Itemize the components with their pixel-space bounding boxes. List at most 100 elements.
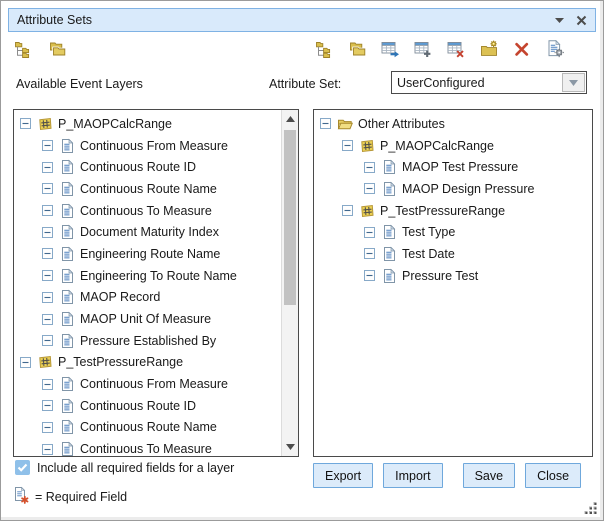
tree-item-label: Engineering To Route Name	[80, 269, 237, 283]
collapse-toggle-icon[interactable]	[42, 183, 53, 194]
tree-item[interactable]: Continuous Route Name	[14, 417, 281, 439]
collapse-toggle-icon[interactable]	[364, 227, 375, 238]
attribute-set-tree: Other AttributesP_MAOPCalcRangeMAOP Test…	[314, 110, 592, 287]
add-folder-icon[interactable]	[47, 39, 67, 59]
field-icon	[59, 138, 75, 154]
tree-item[interactable]: Engineering Route Name	[14, 243, 281, 265]
export-button[interactable]: Export	[313, 463, 373, 488]
tree-item[interactable]: Continuous To Measure	[14, 200, 281, 222]
tree-item[interactable]: Test Date	[314, 243, 592, 265]
include-required-fields-row: Include all required fields for a layer	[15, 460, 234, 475]
tree-item[interactable]: Continuous From Measure	[14, 135, 281, 157]
tree-item[interactable]: MAOP Design Pressure	[314, 178, 592, 200]
folder-settings-icon[interactable]	[479, 39, 499, 59]
tree-item-label: Pressure Established By	[80, 334, 216, 348]
collapse-toggle-icon[interactable]	[342, 140, 353, 151]
collapse-toggle-icon[interactable]	[42, 248, 53, 259]
available-event-layers-label: Available Event Layers	[16, 77, 143, 91]
tree-item-label: P_MAOPCalcRange	[58, 117, 172, 131]
tree-item-label: Pressure Test	[402, 269, 478, 283]
field-icon	[381, 224, 397, 240]
field-icon	[59, 311, 75, 327]
field-icon	[59, 159, 75, 175]
collapse-toggle-icon[interactable]	[342, 205, 353, 216]
collapse-toggle-icon[interactable]	[42, 227, 53, 238]
import-button[interactable]: Import	[383, 463, 442, 488]
layer-tree-icon[interactable]	[314, 39, 334, 59]
scrollbar-thumb[interactable]	[284, 130, 296, 305]
tree-item[interactable]: P_MAOPCalcRange	[314, 135, 592, 157]
attribute-set-dropdown[interactable]: UserConfigured	[391, 71, 587, 94]
event-layer-icon	[359, 138, 375, 154]
table-delete-icon[interactable]	[446, 39, 466, 59]
tree-item-label: Continuous To Measure	[80, 442, 212, 456]
event-layer-icon	[37, 354, 53, 370]
include-required-fields-checkbox[interactable]	[15, 460, 30, 475]
document-settings-icon[interactable]	[545, 39, 565, 59]
include-required-fields-label: Include all required fields for a layer	[37, 461, 234, 475]
resize-grip[interactable]	[584, 501, 598, 515]
collapse-toggle-icon[interactable]	[42, 335, 53, 346]
field-icon	[59, 441, 75, 457]
tree-item-label: P_TestPressureRange	[380, 204, 505, 218]
collapse-icon[interactable]	[555, 18, 564, 23]
titlebar[interactable]: Attribute Sets	[8, 8, 596, 32]
collapse-toggle-icon[interactable]	[42, 444, 53, 455]
tree-item[interactable]: MAOP Record	[14, 287, 281, 309]
collapse-toggle-icon[interactable]	[42, 314, 53, 325]
tree-item-label: Continuous From Measure	[80, 139, 228, 153]
tree-item[interactable]: Engineering To Route Name	[14, 265, 281, 287]
collapse-toggle-icon[interactable]	[42, 400, 53, 411]
table-export-icon[interactable]	[380, 39, 400, 59]
tree-item[interactable]: Continuous Route ID	[14, 395, 281, 417]
collapse-toggle-icon[interactable]	[320, 118, 331, 129]
folder-icon[interactable]	[347, 39, 367, 59]
attribute-sets-dialog: Attribute Sets Available Event Layers At…	[0, 0, 604, 521]
field-icon	[381, 181, 397, 197]
save-button[interactable]: Save	[463, 463, 516, 488]
tree-item[interactable]: Continuous From Measure	[14, 373, 281, 395]
collapse-toggle-icon[interactable]	[364, 183, 375, 194]
scroll-up-icon[interactable]	[282, 111, 298, 127]
dialog-buttons: Export Import Save Close	[313, 463, 579, 488]
dropdown-arrow-button[interactable]	[562, 73, 585, 92]
collapse-toggle-icon[interactable]	[42, 270, 53, 281]
tree-item[interactable]: P_TestPressureRange	[314, 200, 592, 222]
tree-item-label: Continuous From Measure	[80, 377, 228, 391]
close-button[interactable]: Close	[525, 463, 581, 488]
add-layer-tree-icon[interactable]	[13, 39, 33, 59]
table-add-icon[interactable]	[413, 39, 433, 59]
tree-item[interactable]: Continuous Route Name	[14, 178, 281, 200]
collapse-toggle-icon[interactable]	[364, 162, 375, 173]
collapse-toggle-icon[interactable]	[42, 162, 53, 173]
tree-item[interactable]: Test Type	[314, 221, 592, 243]
collapse-toggle-icon[interactable]	[20, 118, 31, 129]
collapse-toggle-icon[interactable]	[42, 422, 53, 433]
tree-item[interactable]: Other Attributes	[314, 113, 592, 135]
collapse-toggle-icon[interactable]	[364, 270, 375, 281]
tree-item[interactable]: P_TestPressureRange	[14, 352, 281, 374]
close-icon[interactable]	[576, 15, 587, 26]
tree-item[interactable]: Continuous To Measure	[14, 438, 281, 457]
collapse-toggle-icon[interactable]	[20, 357, 31, 368]
tree-item-label: Engineering Route Name	[80, 247, 220, 261]
tree-item[interactable]: MAOP Test Pressure	[314, 156, 592, 178]
tree-item[interactable]: Pressure Test	[314, 265, 592, 287]
tree-item[interactable]: Pressure Established By	[14, 330, 281, 352]
tree-item[interactable]: MAOP Unit Of Measure	[14, 308, 281, 330]
tree-item[interactable]: P_MAOPCalcRange	[14, 113, 281, 135]
collapse-toggle-icon[interactable]	[42, 140, 53, 151]
toolbar-left	[13, 39, 67, 59]
tree-item[interactable]: Continuous Route ID	[14, 156, 281, 178]
collapse-toggle-icon[interactable]	[42, 292, 53, 303]
vertical-scrollbar[interactable]	[281, 110, 298, 456]
tree-item[interactable]: Document Maturity Index	[14, 221, 281, 243]
field-icon	[59, 246, 75, 262]
collapse-toggle-icon[interactable]	[42, 205, 53, 216]
collapse-toggle-icon[interactable]	[364, 248, 375, 259]
event-layer-icon	[37, 116, 53, 132]
collapse-toggle-icon[interactable]	[42, 379, 53, 390]
delete-icon[interactable]	[512, 39, 532, 59]
field-icon	[381, 246, 397, 262]
scroll-down-icon[interactable]	[282, 439, 298, 455]
